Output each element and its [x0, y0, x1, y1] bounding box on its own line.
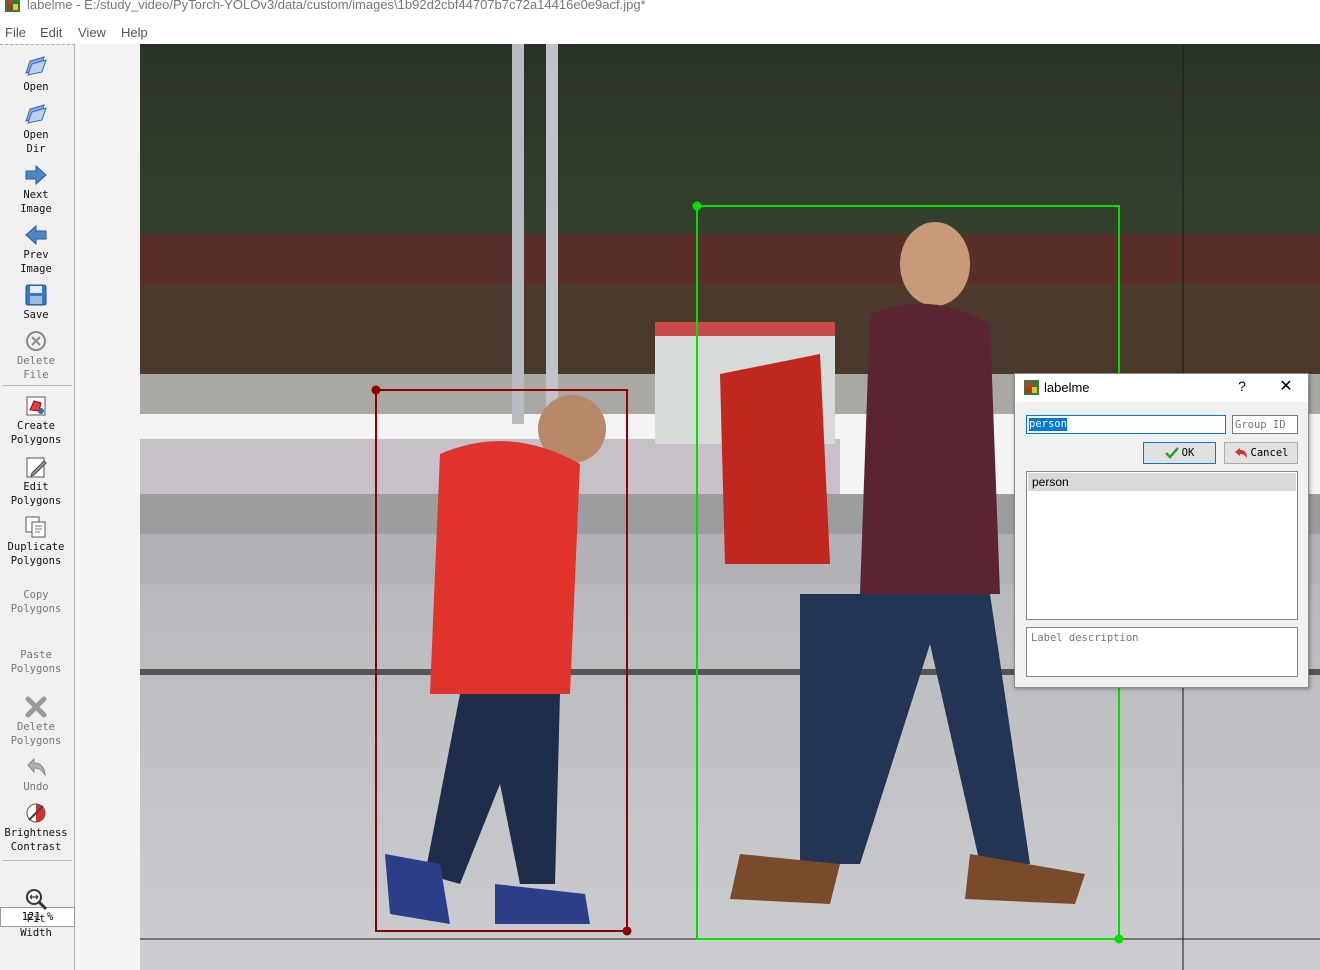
window-title: labelme - E:/study_video/PyTorch-YOLOv3/… — [27, 0, 646, 12]
delete-polygons-button[interactable]: Delete Polygons — [0, 695, 72, 748]
ok-label: OK — [1181, 447, 1195, 459]
checkmark-icon — [1164, 447, 1179, 459]
brightness-contrast-button[interactable]: Brightness Contrast — [0, 801, 72, 854]
brightness-icon — [26, 803, 46, 823]
list-item[interactable]: person — [1028, 473, 1296, 491]
toolbar-separator — [2, 860, 72, 861]
open-button[interactable]: Open — [0, 55, 72, 94]
create-polygons-button[interactable]: Create Polygons — [0, 394, 72, 447]
next-image-button[interactable]: Next Image — [0, 163, 72, 216]
label-input[interactable]: person — [1026, 415, 1226, 434]
arrow-right-icon — [25, 164, 47, 186]
duplicate-icon — [25, 516, 46, 538]
delete-x-icon — [25, 696, 47, 718]
help-button[interactable]: ? — [1235, 378, 1249, 396]
label-list[interactable]: person — [1026, 471, 1298, 620]
ok-button[interactable]: OK — [1143, 442, 1216, 464]
labelme-logo-icon — [5, 0, 20, 12]
menu-help[interactable]: Help — [121, 25, 148, 40]
fit-width-button[interactable]: Fit Width — [0, 887, 72, 940]
window-titlebar: labelme - E:/study_video/PyTorch-YOLOv3/… — [0, 0, 1320, 20]
dialog-titlebar: labelme ? ✕ — [1015, 374, 1308, 402]
copy-polygons-button[interactable]: Copy Polygons — [0, 588, 72, 616]
edit-polygons-button[interactable]: Edit Polygons — [0, 455, 72, 508]
arrow-left-icon — [25, 224, 47, 246]
close-icon[interactable]: ✕ — [1277, 378, 1295, 396]
floppy-disk-icon — [25, 284, 47, 306]
group-id-input[interactable] — [1232, 415, 1298, 434]
prev-image-button[interactable]: Prev Image — [0, 223, 72, 276]
menubar: File Edit View Help — [0, 20, 1320, 44]
cancel-button[interactable]: Cancel — [1224, 442, 1298, 464]
cancel-label: Cancel — [1250, 447, 1289, 459]
folder-open-icon — [25, 104, 47, 124]
fit-width-icon — [26, 889, 48, 911]
left-toolbar: Open Open Dir Next Image Prev Image Save — [0, 44, 75, 970]
paste-polygons-button[interactable]: Paste Polygons — [0, 648, 72, 676]
edit-icon — [26, 457, 47, 478]
delete-circle-icon — [26, 331, 46, 351]
create-polygon-icon — [26, 396, 46, 416]
duplicate-polygons-button[interactable]: Duplicate Polygons — [0, 515, 72, 568]
delete-file-button[interactable]: Delete File — [0, 329, 72, 382]
folder-open-icon — [25, 56, 47, 76]
open-dir-button[interactable]: Open Dir — [0, 103, 72, 156]
toolbar-separator — [2, 385, 72, 386]
cancel-arrow-icon — [1234, 448, 1247, 458]
menu-edit[interactable]: Edit — [40, 25, 62, 40]
menu-view[interactable]: View — [78, 25, 106, 40]
dialog-title: labelme — [1044, 380, 1090, 395]
label-description-field[interactable]: Label description — [1026, 627, 1298, 677]
undo-icon — [27, 757, 46, 777]
labelme-logo-icon — [1024, 380, 1039, 395]
undo-button[interactable]: Undo — [0, 755, 72, 794]
label-dialog: labelme ? ✕ person OK Cancel person Labe… — [1014, 373, 1309, 688]
save-button[interactable]: Save — [0, 283, 72, 322]
label-input-value: person — [1029, 418, 1067, 431]
menu-file[interactable]: File — [5, 25, 26, 40]
